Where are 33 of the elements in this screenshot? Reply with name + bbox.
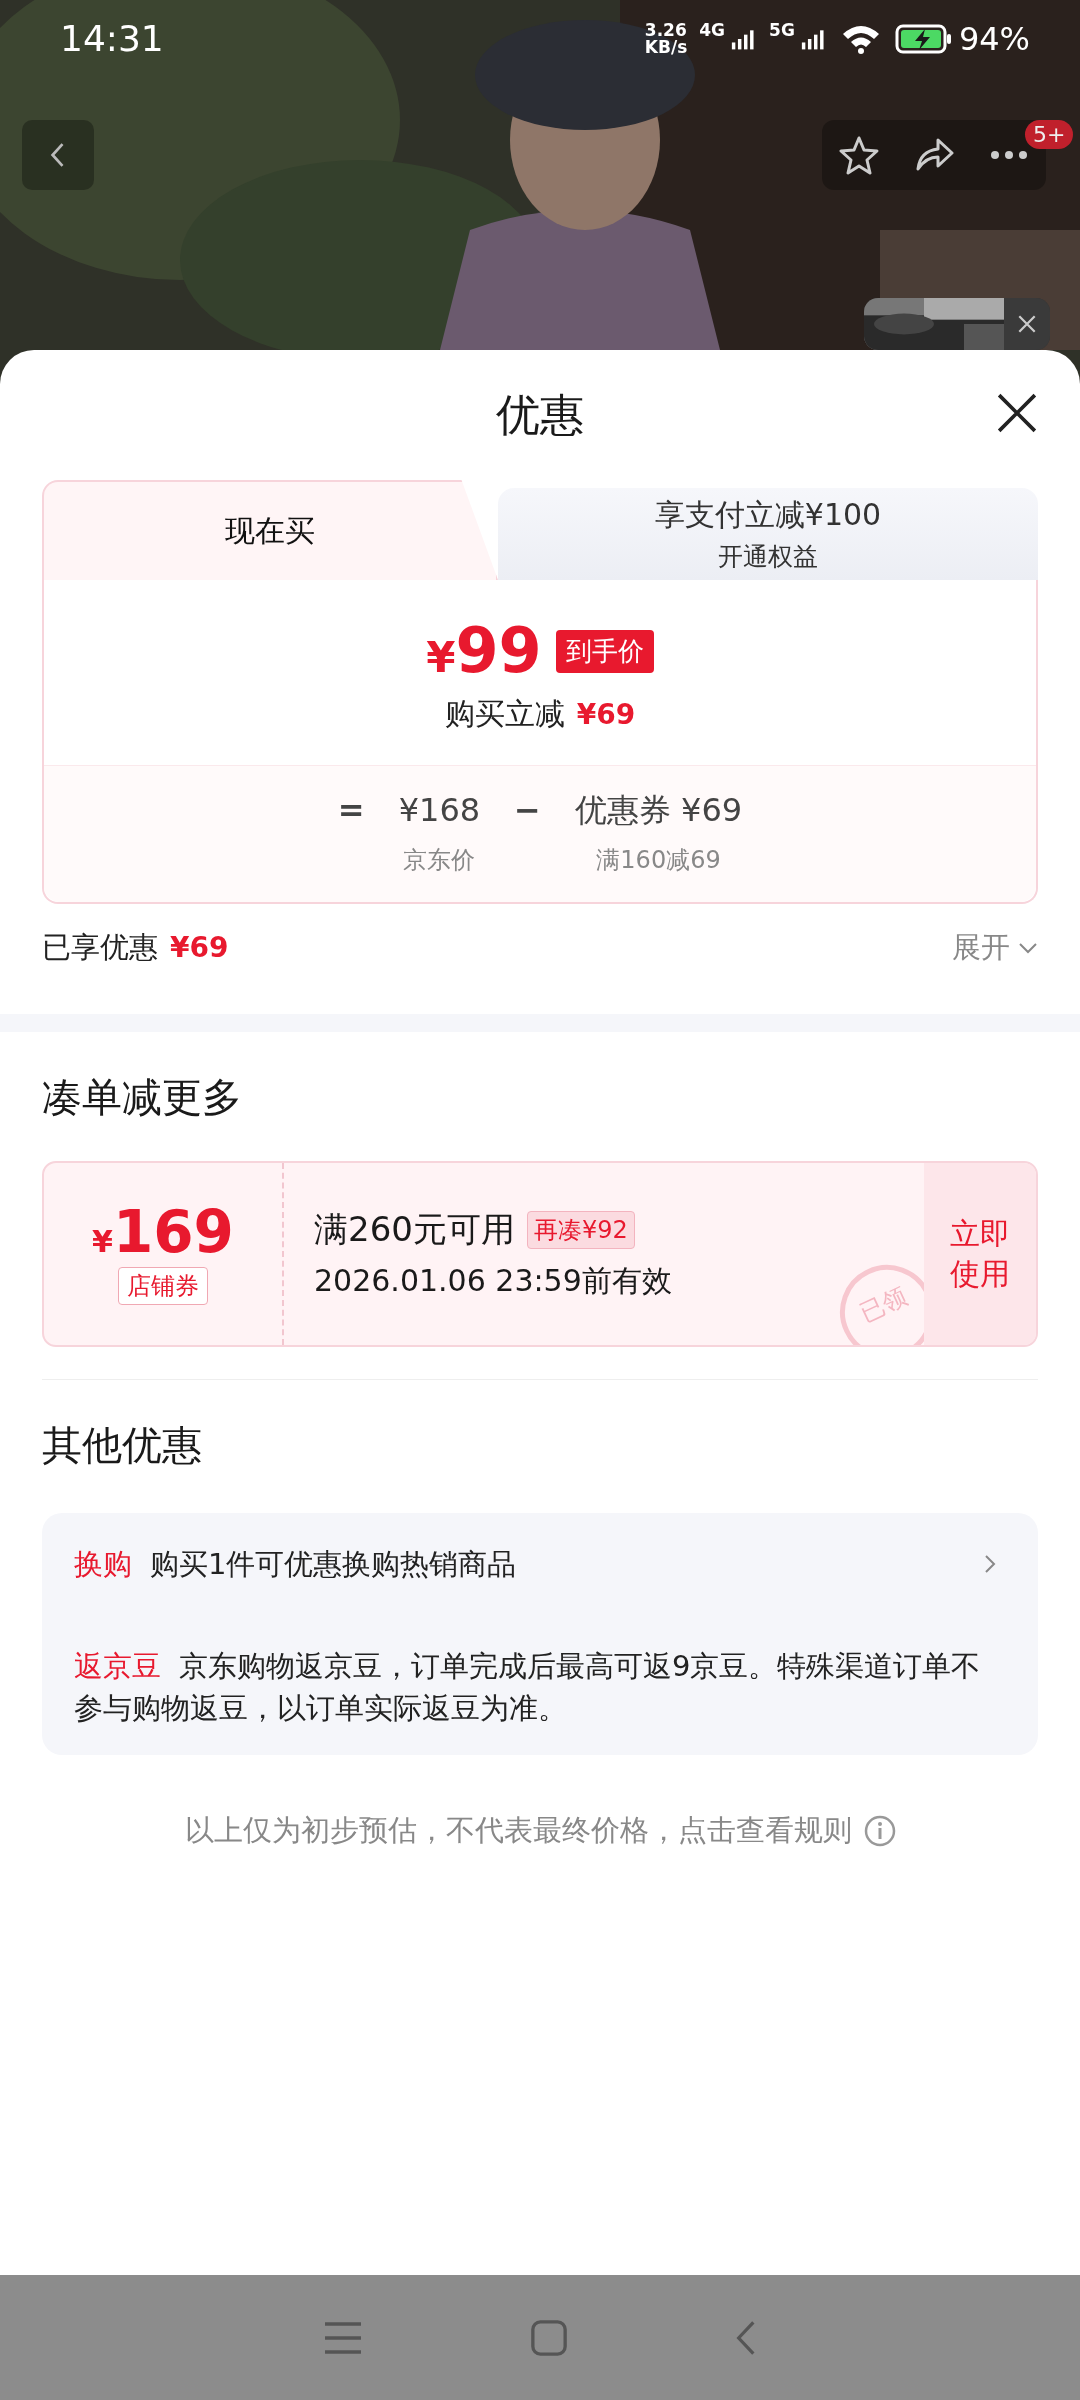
coupon-condition: 满260元可用 <box>314 1207 515 1251</box>
sheet-title: 优惠 <box>496 387 584 442</box>
coupon-extra-tag: 再凑¥92 <box>526 1210 635 1249</box>
coupon-amount: ¥169 <box>92 1203 234 1261</box>
saving-amount: ¥69 <box>576 698 636 731</box>
expand-button[interactable]: 展开 <box>952 928 1038 968</box>
rules-link[interactable]: 以上仅为初步预估，不代表最终价格，点击查看规则 <box>184 1811 852 1852</box>
discount-label: 已享优惠 <box>42 929 158 966</box>
menu-icon[interactable] <box>323 2319 364 2356</box>
section-title: 凑单减更多 <box>42 1073 243 1122</box>
saving-label: 购买立减 <box>444 695 565 733</box>
info-icon[interactable] <box>863 1815 896 1848</box>
section-title: 其他优惠 <box>42 1421 203 1470</box>
price-term: ¥168 <box>398 790 481 831</box>
close-icon <box>996 392 1038 434</box>
term-caption: 满160减69 <box>596 845 721 876</box>
tab[interactable]: 享支付立减¥100 开通权益 <box>498 488 1038 580</box>
home-icon[interactable] <box>530 2318 568 2357</box>
offer-text: 换购 购买1件可优惠换购热销商品 <box>74 1546 517 1583</box>
use-now-button[interactable]: 立即使用 <box>924 1163 1036 1345</box>
offer-text: 返京豆 京东购物返京豆，订单完成后最高可返9京豆。特殊渠道订单不参与购物返豆，以订单实际返豆为准。 <box>74 1648 982 1728</box>
coupon-validity: 2026.01.06 23:59前有效 <box>314 1261 672 1300</box>
chevron-icon[interactable] <box>984 1554 996 1574</box>
tab[interactable]: 现在买 <box>42 480 498 580</box>
term-caption: 京东价 <box>403 845 476 876</box>
discount-amount: ¥69 <box>170 931 229 964</box>
price-tag: 到手价 <box>555 629 654 673</box>
final-price: ¥99 <box>426 620 542 682</box>
chevron-down-icon <box>1018 942 1038 954</box>
coupon-type: 店铺券 <box>118 1267 208 1305</box>
operator: = <box>337 790 365 831</box>
price-term: 优惠券 ¥69 <box>574 790 743 831</box>
operator: − <box>514 790 541 831</box>
